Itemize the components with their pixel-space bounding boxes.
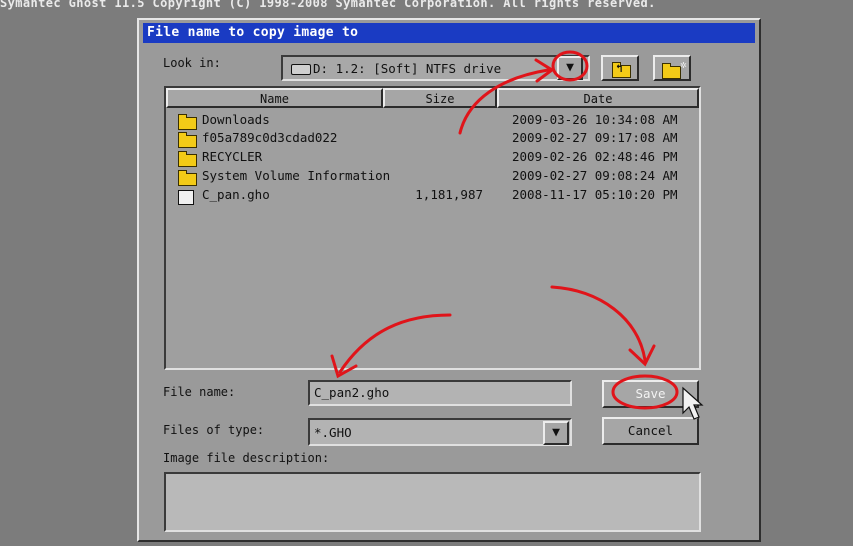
look-in-label: Look in: xyxy=(163,56,221,70)
item-name: f05a789c0d3cdad022 xyxy=(202,130,338,145)
image-description-label: Image file description: xyxy=(163,451,330,465)
file-name-label: File name: xyxy=(163,385,236,399)
cancel-button-label: Cancel xyxy=(627,423,674,438)
up-folder-button[interactable]: ↰ xyxy=(601,55,639,81)
file-name-input[interactable]: C_pan2.gho xyxy=(308,380,572,406)
item-date: 2009-02-27 09:17:08 AM xyxy=(512,130,678,145)
new-folder-button[interactable]: ✲ xyxy=(653,55,691,81)
folder-icon xyxy=(178,170,197,186)
list-item[interactable]: f05a789c0d3cdad022 2009-02-27 09:17:08 A… xyxy=(178,130,693,148)
list-item[interactable]: System Volume Information 2009-02-27 09:… xyxy=(178,168,693,186)
files-of-type-value: *.GHO xyxy=(314,425,352,440)
list-item[interactable]: Downloads 2009-03-26 10:34:08 AM xyxy=(178,112,693,130)
up-arrow-icon: ↰ xyxy=(616,62,623,75)
item-name: RECYCLER xyxy=(202,149,263,164)
sparkle-icon: ✲ xyxy=(680,58,687,71)
cancel-button[interactable]: Cancel xyxy=(602,417,699,445)
column-header-size[interactable]: Size xyxy=(383,88,497,108)
item-date: 2009-03-26 10:34:08 AM xyxy=(512,112,678,127)
item-name: C_pan.gho xyxy=(202,187,270,202)
ghost-image-file-icon xyxy=(178,190,194,205)
top-banner: Symantec Ghost 11.5 Copyright (C) 1998-2… xyxy=(0,0,656,10)
look-in-combobox[interactable]: D: 1.2: [Soft] NTFS drive xyxy=(281,55,590,81)
files-of-type-label: Files of type: xyxy=(163,423,265,437)
item-date: 2008-11-17 05:10:20 PM xyxy=(512,187,678,202)
folder-icon xyxy=(178,132,197,148)
dialog-title: File name to copy image to xyxy=(143,23,755,43)
file-name-value: C_pan2.gho xyxy=(314,385,390,400)
files-of-type-select[interactable]: *.GHO xyxy=(308,418,572,446)
item-size: 1,181,987 xyxy=(415,187,483,202)
save-button[interactable]: Save xyxy=(602,380,699,408)
look-in-value: D: 1.2: [Soft] NTFS drive xyxy=(313,61,502,76)
item-name: Downloads xyxy=(202,112,270,127)
item-date: 2009-02-26 02:48:46 PM xyxy=(512,149,678,164)
files-of-type-dropdown-button[interactable]: ▼ xyxy=(543,421,569,445)
item-date: 2009-02-27 09:08:24 AM xyxy=(512,168,678,183)
look-in-dropdown-button[interactable]: ▼ xyxy=(557,56,583,80)
list-item[interactable]: C_pan.gho 1,181,987 2008-11-17 05:10:20 … xyxy=(178,187,693,205)
file-list[interactable]: Name Size Date Downloads 2009-03-26 10:3… xyxy=(164,86,701,370)
image-description-textarea[interactable] xyxy=(164,472,701,532)
hard-drive-icon xyxy=(291,64,311,75)
save-image-dialog: File name to copy image to Look in: D: 1… xyxy=(137,18,761,542)
list-item[interactable]: RECYCLER 2009-02-26 02:48:46 PM xyxy=(178,149,693,167)
folder-icon xyxy=(178,151,197,167)
new-folder-icon xyxy=(662,63,681,79)
folder-icon xyxy=(178,114,197,130)
item-name: System Volume Information xyxy=(202,168,391,183)
save-button-label: Save xyxy=(635,386,666,401)
column-header-date[interactable]: Date xyxy=(497,88,699,108)
column-header-name[interactable]: Name xyxy=(166,88,383,108)
